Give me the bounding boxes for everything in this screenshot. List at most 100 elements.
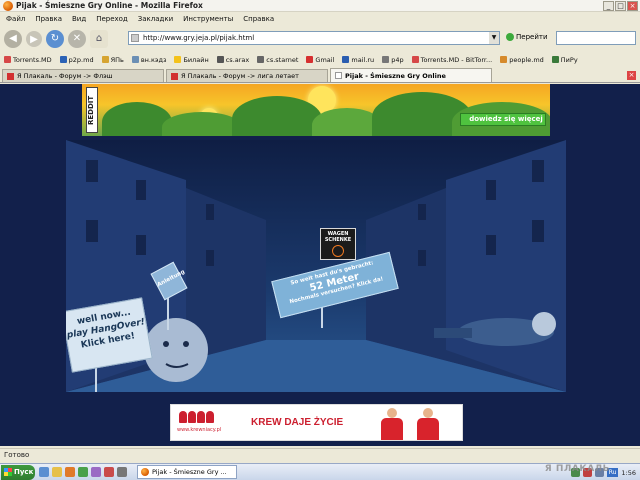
leaf-graphic — [162, 112, 242, 136]
bookmark-label: Torrents.MD - BitTorr... — [420, 55, 493, 64]
bookmark-favicon — [342, 56, 350, 63]
reload-button[interactable]: ↻ — [46, 30, 64, 48]
wagen-subtitle: SCHENKE — [324, 237, 352, 243]
close-tab-button[interactable]: × — [627, 71, 636, 80]
bookmark-label: p2p.md — [68, 55, 94, 64]
menu-go[interactable]: Переход — [96, 15, 128, 23]
status-text: Готово — [4, 451, 30, 459]
window-title: Pijak - Śmieszne Gry Online - Mozilla Fi… — [16, 1, 203, 10]
stop-button[interactable]: ✕ — [68, 30, 86, 48]
firefox-icon[interactable] — [65, 467, 75, 477]
bookmark-favicon — [257, 56, 265, 63]
app-icon[interactable] — [78, 467, 88, 477]
bookmark-item[interactable]: ПиРу — [551, 55, 578, 64]
start-button[interactable]: Пуск — [1, 464, 35, 480]
clock: 1:56 — [621, 468, 636, 477]
watermark: Я ПЛАКАЛЬ — [544, 464, 610, 474]
menu-file[interactable]: Файл — [6, 15, 25, 23]
navigation-toolbar: ◀ ▶ ↻ ✕ ⌂ http://www.gry.jeja.pl/pijak.h… — [0, 27, 640, 51]
desktop-icon[interactable] — [39, 467, 49, 477]
wagenschenke-sign: WAGEN SCHENKE — [320, 228, 356, 260]
bookmark-item[interactable]: mail.ru — [342, 56, 374, 64]
bookmark-item[interactable]: people.md — [500, 56, 544, 64]
leaf-graphic — [232, 96, 322, 136]
firefox-icon — [141, 468, 149, 476]
quick-launch — [39, 467, 127, 477]
explorer-icon[interactable] — [52, 467, 62, 477]
bookmark-favicon — [306, 56, 314, 63]
app-icon[interactable] — [91, 467, 101, 477]
bookmark-favicon — [174, 56, 182, 63]
tab-yaplakal-flash[interactable]: Я Плакаль - Форум -> Флэш — [2, 69, 164, 82]
task-label: Pijak - Śmieszne Gry ... — [152, 468, 227, 476]
bookmark-favicon — [4, 56, 11, 63]
go-icon — [506, 33, 514, 41]
page-favicon — [131, 34, 139, 42]
tab-pijak[interactable]: Pijak - Śmieszne Gry Online — [330, 68, 492, 82]
flash-game-area[interactable]: WAGEN SCHENKE So weit hast du's gebracht… — [66, 140, 566, 392]
bookmark-label: вн.кэдз — [140, 55, 167, 64]
bookmark-label: cs.arax — [225, 55, 250, 64]
bookmark-label: people.md — [509, 55, 544, 64]
menu-view[interactable]: Вид — [72, 15, 86, 23]
bookmark-label: Билайн — [183, 55, 209, 64]
menu-tools[interactable]: Инструменты — [183, 15, 233, 23]
donor-figure — [417, 408, 439, 440]
bookmark-label: ПиРу — [560, 55, 578, 64]
app-icon[interactable] — [104, 467, 114, 477]
logo-caption: www.krewniacy.pl — [177, 427, 222, 433]
bottom-ad-banner[interactable]: www.krewniacy.pl KREW DAJE ŻYCIE — [170, 404, 463, 441]
windows-logo-icon — [4, 468, 12, 476]
bookmarks-toolbar: Torrents.MD p2p.md ЯПь вн.кэдз Билайн cs.arax… — [0, 53, 640, 66]
krewniacy-logo — [179, 411, 214, 423]
maximize-button[interactable]: □ — [615, 1, 626, 11]
bookmark-item[interactable]: cs.starnet — [257, 56, 298, 64]
tab-label: Pijak - Śmieszne Gry Online — [345, 71, 446, 80]
bookmark-favicon — [382, 56, 390, 63]
top-ad-banner[interactable]: REDDIT dowiedz się więcej — [82, 84, 550, 136]
tab-strip: Я Плакаль - Форум -> Флэш Я Плакаль - Фо… — [0, 68, 640, 83]
menu-edit[interactable]: Правка — [35, 15, 62, 23]
firefox-icon — [3, 0, 13, 11]
url-input[interactable]: http://www.gry.jeja.pl/pijak.html ▼ — [128, 31, 500, 45]
forward-button[interactable]: ▶ — [26, 31, 42, 47]
bookmark-item[interactable]: вн.кэдз — [131, 55, 167, 64]
bookmark-label: ЯПь — [110, 55, 124, 64]
taskbar-window-button[interactable]: Pijak - Śmieszne Gry ... — [137, 465, 237, 479]
bookmark-item[interactable]: Torrents.MD — [4, 56, 52, 64]
app-icon[interactable] — [117, 467, 127, 477]
search-input[interactable] — [556, 31, 636, 45]
close-button[interactable]: × — [627, 1, 638, 11]
tab-favicon — [7, 72, 14, 80]
title-bar: Pijak - Śmieszne Gry Online - Mozilla Fi… — [0, 0, 640, 12]
bookmark-label: p4p — [391, 55, 404, 64]
bookmark-item[interactable]: Gmail — [306, 56, 334, 64]
url-dropdown-button[interactable]: ▼ — [489, 32, 499, 44]
go-label: Перейти — [516, 33, 548, 41]
reddit-label: REDDIT — [86, 87, 98, 133]
bookmark-item[interactable]: Torrents.MD - BitTorr... — [411, 55, 493, 64]
go-button[interactable]: Перейти — [506, 33, 548, 41]
home-button[interactable]: ⌂ — [90, 30, 108, 48]
minimize-button[interactable]: _ — [603, 1, 614, 11]
tab-favicon — [171, 72, 178, 80]
start-label: Пуск — [14, 468, 34, 476]
back-button[interactable]: ◀ — [4, 30, 22, 48]
bookmark-favicon — [101, 56, 109, 63]
bookmark-item[interactable]: Билайн — [174, 55, 209, 64]
taskbar: Пуск Pijak - Śmieszne Gry ... Ru 1:56 Я … — [0, 463, 640, 480]
bookmark-favicon — [59, 56, 67, 63]
bookmark-item[interactable]: ЯПь — [101, 55, 124, 64]
bookmark-item[interactable]: p2p.md — [59, 55, 94, 64]
bookmark-item[interactable]: p4p — [382, 55, 404, 64]
tab-favicon — [335, 72, 342, 79]
tab-label: Я Плакаль - Форум -> Флэш — [17, 72, 113, 80]
bookmark-item[interactable]: cs.arax — [216, 55, 250, 64]
wheel-icon — [332, 245, 344, 257]
tab-yaplakal-liga[interactable]: Я Плакаль - Форум -> лига летает — [166, 69, 328, 82]
menu-help[interactable]: Справка — [243, 15, 274, 23]
menu-bookmarks[interactable]: Закладки — [138, 15, 173, 23]
learn-more-button[interactable]: dowiedz się więcej — [460, 113, 546, 126]
donor-figure — [381, 408, 403, 440]
bookmark-favicon — [131, 56, 139, 63]
